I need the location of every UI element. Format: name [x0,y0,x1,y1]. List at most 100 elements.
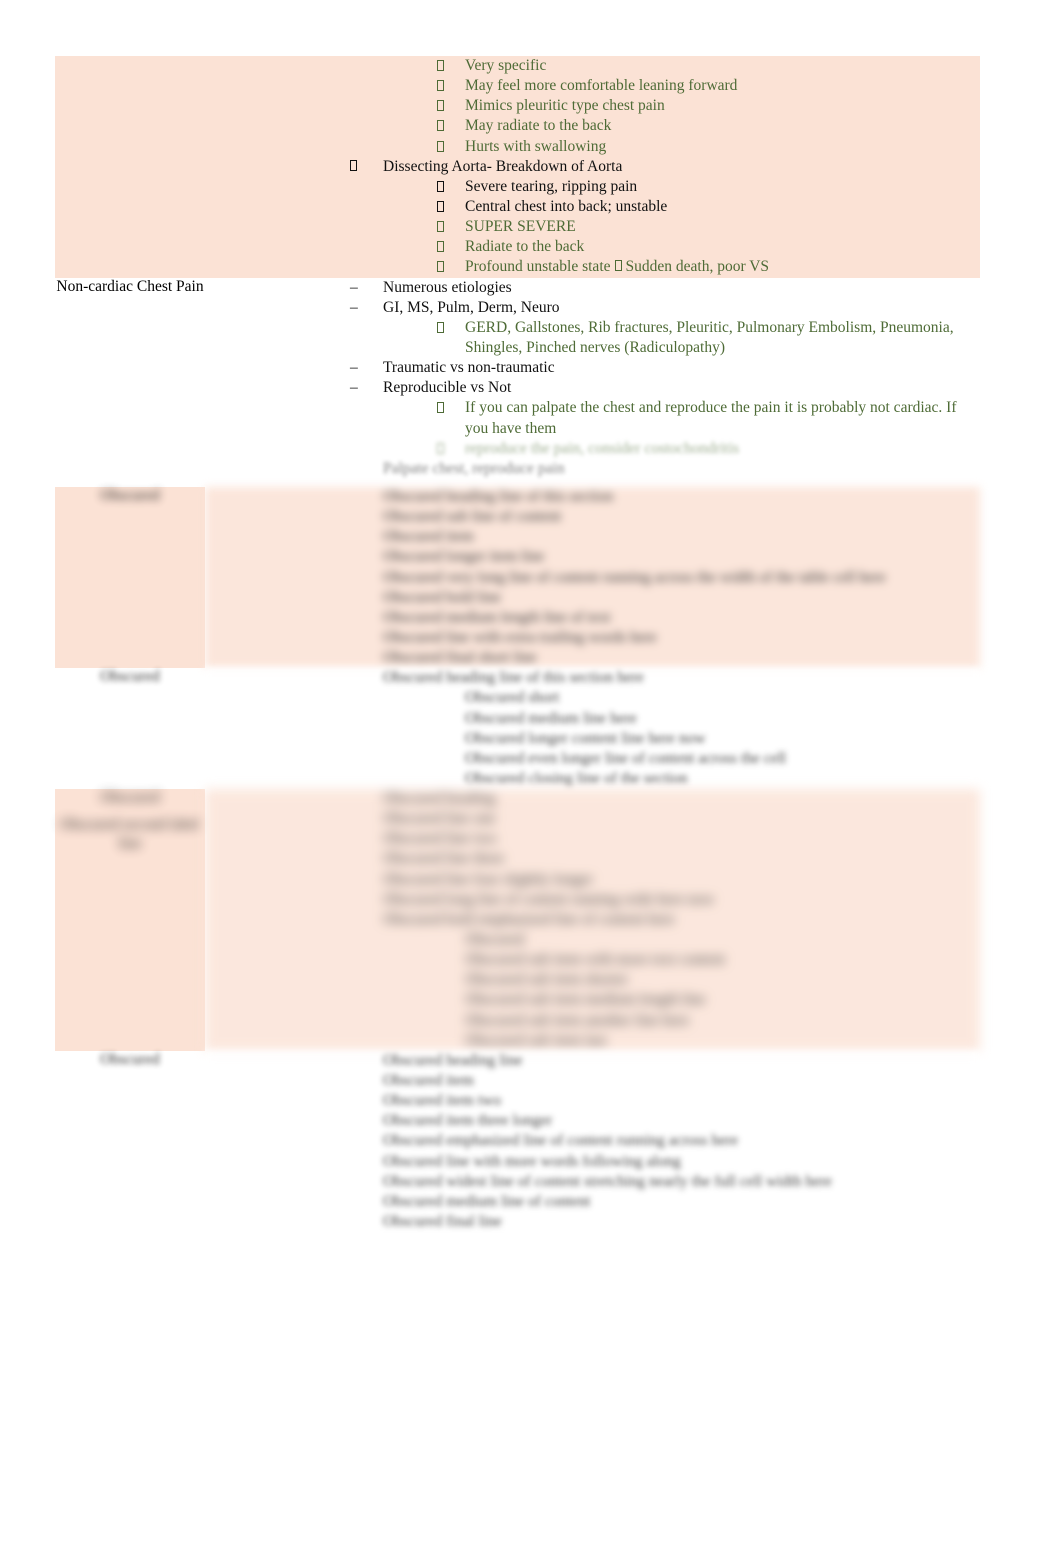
tofu-bullet-icon [437,439,465,459]
list-item-label: May feel more comfortable leaning forwar… [465,77,738,95]
obscured-list-item: Obscured heading line of this section he… [205,668,980,688]
obscured-text: Obscured [465,931,525,949]
list-item-label: May radiate to the back [465,117,612,135]
obscured-list-item: Obscured longer item line [205,547,980,567]
tofu-arrow-icon [614,260,622,272]
table-row: Obscured Obscured second label line Obsc… [55,789,980,1051]
obscured-text: Obscured short [465,689,560,707]
obscured-list-item: Obscured item [205,1071,980,1091]
tofu-bullet-icon [437,217,465,237]
obscured-text: Obscured item two [383,1092,501,1110]
tofu-bullet-icon [437,177,465,197]
obscured-list-item: Obscured item [205,527,980,547]
table-row: Very specific May feel more comfortable … [55,56,980,278]
obscured-text: Obscured line with extra trailing words … [383,628,657,646]
list-item-label: Severe tearing, ripping pain [465,177,638,195]
list-item: If you can palpate the chest and reprodu… [205,398,980,438]
obscured-list-item: Obscured medium line of content [205,1192,980,1212]
obscured-text: Obscured very long line of content runni… [383,568,886,586]
list-item-label: Radiate to the back [465,238,585,256]
list-item-label: Mimics pleuritic type chest pain [465,97,665,115]
obscured-text: Obscured line two [383,830,497,848]
obscured-list-item: Obscured medium line here [205,709,980,729]
obscured-list-item: Obscured sub item last [205,1031,980,1051]
obscured-list-item: Obscured sub item another line here [205,1011,980,1031]
row-label: Obscured [100,668,160,686]
list-item: – Numerous etiologies [205,278,980,298]
list-item-label: If you can palpate the chest and reprodu… [465,399,957,437]
obscured-text: Obscured sub item another line here [465,1011,690,1029]
list-item: May radiate to the back [205,116,980,136]
row-label-sub: Obscured second label line [59,815,201,852]
obscured-list-item: Obscured final line [205,1212,980,1232]
row-label-cell: Obscured [55,1050,205,1233]
dash-icon: – [350,278,358,296]
obscured-list-item: Obscured widest line of content stretchi… [205,1172,980,1192]
tofu-bullet-icon [437,76,465,96]
obscured-text: Obscured sub line of content [383,508,562,526]
list-item: May feel more comfortable leaning forwar… [205,76,980,96]
obscured-text: Obscured widest line of content stretchi… [383,1172,832,1190]
obscured-text: Obscured item [383,1072,474,1090]
list-item-label: Profound unstable state Sudden death, poo… [465,257,980,277]
row-label-cell: Non-cardiac Chest Pain [55,277,205,487]
obscured-text: Obscured sub item with more text content [465,951,725,969]
table-row: Obscured Obscured heading line of this s… [55,486,980,669]
obscured-list-item: Obscured sub item medium length line [205,990,980,1010]
row-label-cell: Obscured [55,668,205,790]
row-label: Obscured [100,486,160,504]
obscured-list-item: Obscured sub line of content [205,507,980,527]
tofu-bullet-icon [437,197,465,217]
obscured-list-item: Obscured line four slightly longer [205,870,980,890]
dash-icon: – [350,379,358,397]
obscured-text: Obscured medium line here [465,709,637,727]
list-item: Hurts with swallowing [205,137,980,157]
obscured-list-item: reproduce the pain, consider costochondr… [205,439,980,459]
list-item: Severe tearing, ripping pain [205,177,980,197]
list-item: Profound unstable state Sudden death, poo… [205,257,980,277]
dash-icon: – [350,298,358,316]
tofu-bullet-icon [437,398,465,418]
list-item: Dissecting Aorta- Breakdown of Aorta [205,157,980,177]
obscured-list-item: Obscured heading line of this section [205,487,980,507]
row-label: Obscured [100,789,160,807]
obscured-list-item: Obscured item three longer [205,1111,980,1131]
notes-table: Very specific May feel more comfortable … [55,56,980,1233]
list-item-label: Traumatic vs non-traumatic [383,359,555,377]
obscured-list-item: Obscured short [205,688,980,708]
obscured-text: Obscured heading line of this section [383,487,614,505]
row-content-cell: Obscured heading line of this section he… [205,668,980,790]
document-page: Very specific May feel more comfortable … [0,0,1062,1561]
obscured-text: Obscured closing line of the section [465,769,688,787]
row-label-cell: Obscured [55,486,205,669]
list-item: GERD, Gallstones, Rib fractures, Pleurit… [205,318,980,358]
obscured-text: Palpate chest, reproduce pain [383,459,565,477]
list-item-label: GERD, Gallstones, Rib fractures, Pleurit… [465,318,954,356]
list-item-label: SUPER SEVERE [465,218,576,236]
obscured-text: Obscured sub item shorter [465,971,629,989]
obscured-list-item: Obscured very long line of content runni… [205,568,980,588]
tofu-bullet-icon [437,318,465,338]
obscured-text: Obscured final line [383,1213,502,1231]
obscured-text: Obscured emphasized line of content runn… [383,1132,739,1150]
row-content-cell: Obscured heading line of this section Ob… [205,486,980,669]
dash-icon: – [350,359,358,377]
row-content-cell: Obscured heading Obscured line one Obscu… [205,789,980,1051]
obscured-text: Obscured item [383,528,474,546]
obscured-list-item: Obscured line three [205,849,980,869]
list-item-text-before-arrow: Profound unstable state [465,258,611,276]
obscured-list-item: Obscured line one [205,809,980,829]
list-item: Radiate to the back [205,237,980,257]
obscured-list-item: Obscured heading [205,789,980,809]
obscured-list-item: Obscured bold line [205,588,980,608]
obscured-text: Obscured heading [383,790,496,808]
list-item: Central chest into back; unstable [205,197,980,217]
obscured-text: Obscured heading line of this section he… [383,669,644,687]
obscured-content-block: reproduce the pain, consider costochondr… [205,439,980,479]
list-item-label: Very specific [465,57,547,74]
obscured-list-item: Obscured longer content line here now [205,729,980,749]
tofu-bullet-icon [437,137,465,157]
list-item-text-after-arrow: Sudden death, poor VS [625,258,770,276]
list-item: – GI, MS, Pulm, Derm, Neuro [205,298,980,318]
obscured-list-item: Obscured sub item with more text content [205,950,980,970]
